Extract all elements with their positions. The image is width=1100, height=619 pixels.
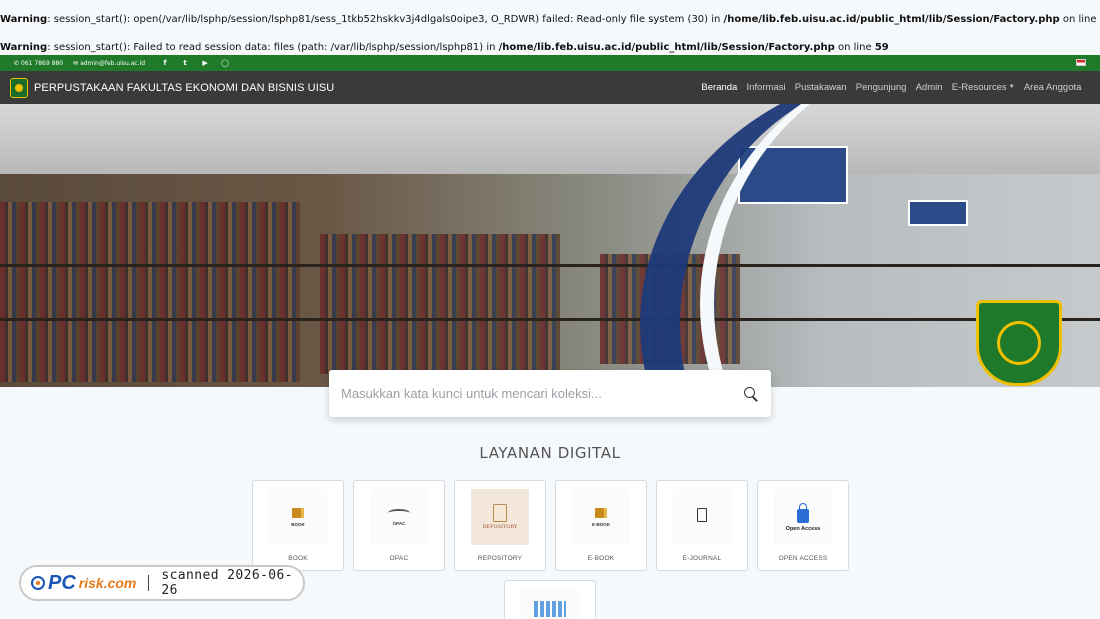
phone-icon: ✆ [14,59,20,67]
warning-label: Warning [0,14,48,25]
top-contact-bar: ✆ 061 7869 880 ✉ admin@feb.uisu.ac.id f … [0,55,1100,71]
warning-line-text: on line [834,42,875,53]
nav-links: Beranda Informasi Pustakawan Pengunjung … [697,82,1086,93]
service-thumb: E-BOOK [572,489,630,545]
nav-e-resources-dropdown[interactable]: E-Resources ▼ [947,82,1019,93]
service-thumb [521,589,579,619]
service-label: BOOK [288,555,308,562]
main-navbar: PERPUSTAKAAN FAKULTAS EKONOMI DAN BISNIS… [0,71,1100,104]
service-label: REPOSITORY [477,555,523,562]
brand[interactable]: PERPUSTAKAAN FAKULTAS EKONOMI DAN BISNIS… [0,77,335,98]
service-thumb [673,489,731,545]
magnifier-icon [31,576,45,590]
nav-pengunjung[interactable]: Pengunjung [851,82,911,93]
service-thumb: Open Access [774,489,832,545]
book-icon [292,507,304,518]
instagram-icon[interactable]: ◯ [221,59,229,67]
journal-icon [697,508,707,522]
php-warning-2: Warning: session_start(): Failed to read… [0,42,889,53]
thumb-caption: OPAC [392,520,406,526]
service-label: E-JOURNAL [682,555,722,562]
bookshelf [320,234,560,374]
divider [148,575,150,591]
phone-contact[interactable]: ✆ 061 7869 880 [14,60,63,67]
warning-text: : session_start(): Failed to read sessio… [47,42,499,53]
pcrisk-logo-risk: risk.com [78,575,137,591]
pcrisk-logo-pc: PC [48,571,76,594]
thumb-caption: Open Access [785,525,821,532]
service-thumb: REPOSITORY [471,489,529,545]
search-input[interactable] [341,386,743,401]
service-card-opac[interactable]: OPAC OPAC [353,480,445,571]
service-card-open-access[interactable]: Open Access OPEN ACCESS [757,480,849,571]
phone-number: 061 7869 880 [21,59,64,67]
repository-book-icon [493,504,507,522]
uisu-emblem-icon [976,300,1062,386]
warning-text: : session_start(): open(/var/lib/lsphp/s… [47,14,724,25]
service-label: OPAC [389,555,409,562]
facebook-icon[interactable]: f [161,59,169,67]
service-card-ejournal[interactable]: E-JOURNAL [656,480,748,571]
nav-e-resources-label: E-Resources [951,82,1007,93]
service-label: OPEN ACCESS [778,555,828,562]
service-card-book[interactable]: BOOK BOOK [252,480,344,571]
database-icon [534,601,566,617]
service-card-ebook[interactable]: E-BOOK E-BOOK [555,480,647,571]
nav-area-anggota[interactable]: Area Anggota [1019,82,1086,93]
email-contact[interactable]: ✉ admin@feb.uisu.ac.id [73,60,145,67]
thumb-caption: E-BOOK [592,521,610,527]
nav-beranda[interactable]: Beranda [697,82,742,93]
warning-path: /home/lib.feb.uisu.ac.id/public_html/lib… [498,42,835,53]
thumb-caption: BOOK [291,521,305,527]
warning-path: /home/lib.feb.uisu.ac.id/public_html/lib… [723,14,1060,25]
twitter-icon[interactable]: t [181,59,189,67]
open-lock-icon [797,502,809,523]
nav-informasi[interactable]: Informasi [742,82,790,93]
ebook-icon [595,507,607,518]
digital-services: BOOK BOOK OPAC OPAC REPOSITORY REPOSITOR… [252,480,849,571]
language-flag-icon[interactable] [1076,59,1086,66]
search-box [329,370,771,417]
brand-name: PERPUSTAKAAN FAKULTAS EKONOMI DAN BISNIS… [34,81,335,94]
warning-line-text: on line [1059,14,1100,25]
service-thumb: BOOK [269,489,327,545]
envelope-icon: ✉ [73,59,79,67]
nav-admin[interactable]: Admin [911,82,947,93]
scan-date: scanned 2026-06-26 [161,568,293,598]
service-card-database[interactable] [504,580,596,619]
bookshelf [0,202,300,382]
email-address: admin@feb.uisu.ac.id [80,59,146,67]
search-icon[interactable] [743,386,759,402]
scan-watermark: PC risk.com scanned 2026-06-26 [19,565,305,601]
warning-line-number: 59 [874,42,889,53]
youtube-icon[interactable]: ▶ [201,59,209,67]
service-label: E-BOOK [587,555,615,562]
social-links: f t ▶ ◯ [161,59,229,67]
section-title: LAYANAN DIGITAL [479,444,621,462]
service-thumb: OPAC [370,489,428,545]
nav-pustakawan[interactable]: Pustakawan [790,82,851,93]
service-card-repository[interactable]: REPOSITORY REPOSITORY [454,480,546,571]
php-warning-1: Warning: session_start(): open(/var/lib/… [0,14,1100,25]
thumb-caption: REPOSITORY [482,524,518,530]
pcrisk-logo: PC risk.com [31,572,136,595]
hero-banner [0,104,1100,387]
warning-label: Warning [0,42,48,53]
university-logo-icon [10,77,28,98]
caret-down-icon: ▼ [1008,84,1015,91]
open-book-icon [388,508,410,517]
